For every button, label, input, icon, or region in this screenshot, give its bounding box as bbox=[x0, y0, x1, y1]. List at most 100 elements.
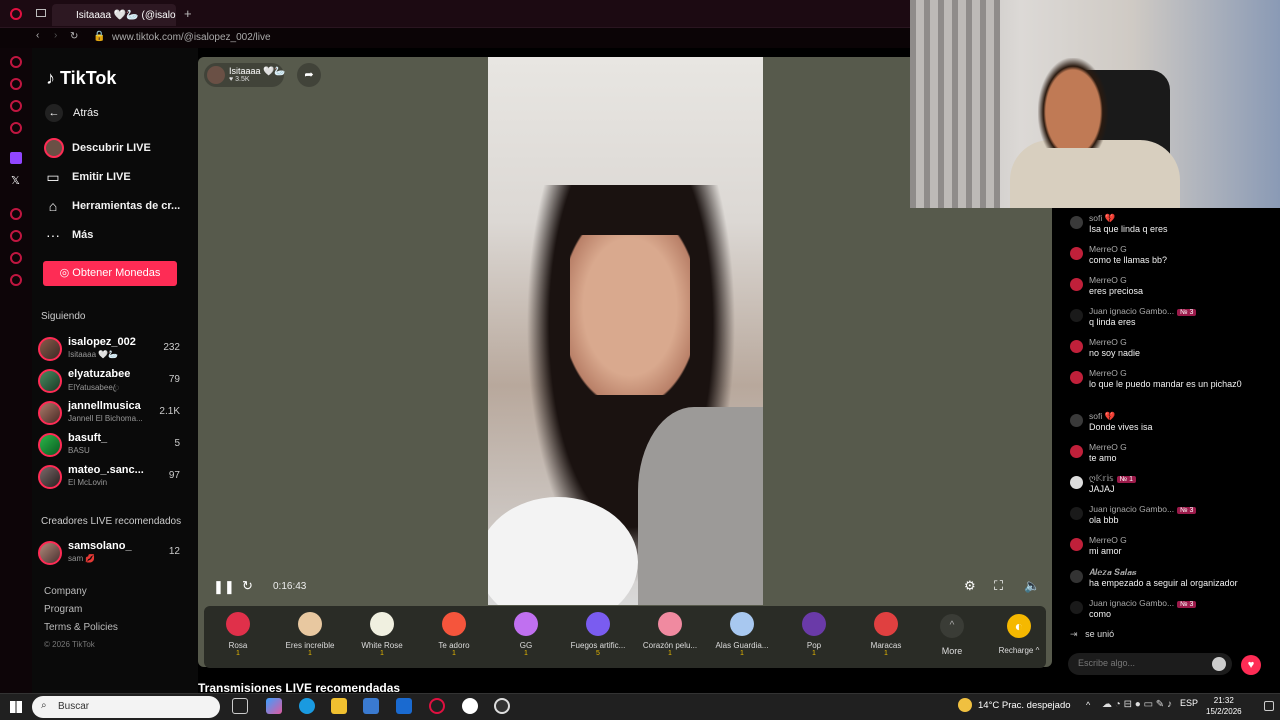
task-view-icon[interactable] bbox=[232, 698, 248, 714]
heart-button[interactable]: ♥ bbox=[1241, 655, 1261, 675]
chat-message[interactable]: MerreO Glo que le puedo mandar es un pic… bbox=[1070, 368, 1270, 398]
chat-username[interactable]: MerreO G bbox=[1089, 368, 1127, 378]
chat-message[interactable]: MerreO Gte amo bbox=[1070, 442, 1270, 472]
chat-message[interactable]: MerreO Gcomo te llamas bb? bbox=[1070, 244, 1270, 274]
footer-program-link[interactable]: Program bbox=[44, 604, 82, 615]
following-item[interactable]: elyatuzabee ElYatusabeeꦿ 79 bbox=[38, 366, 188, 394]
refresh-icon[interactable]: ↻ bbox=[242, 578, 253, 594]
tab-overview-icon[interactable] bbox=[36, 9, 46, 17]
player-icon[interactable] bbox=[10, 208, 22, 220]
chat-avatar[interactable] bbox=[1070, 216, 1083, 229]
chat-avatar[interactable] bbox=[1070, 601, 1083, 614]
get-coins-button[interactable]: ◎ Obtener Monedas bbox=[43, 261, 177, 286]
gift-item[interactable]: Te adoro 1 bbox=[418, 610, 490, 664]
chat-avatar[interactable] bbox=[1070, 445, 1083, 458]
chat-username[interactable]: Juan ignacio Gambo... № 3 bbox=[1089, 306, 1197, 316]
instagram-icon[interactable] bbox=[10, 122, 22, 134]
opera-gx-icon[interactable] bbox=[429, 698, 445, 714]
gift-item[interactable]: GG 1 bbox=[490, 610, 562, 664]
chat-username[interactable]: MerreO G bbox=[1089, 244, 1127, 254]
tiktok-logo[interactable]: ♪ TikTok bbox=[46, 68, 116, 89]
chat-message[interactable]: MerreO Gno soy nadie bbox=[1070, 337, 1270, 367]
chat-message[interactable]: Juan ignacio Gambo... № 3q linda eres bbox=[1070, 306, 1270, 336]
opera-logo-icon[interactable] bbox=[10, 8, 22, 20]
extensions-icon[interactable] bbox=[10, 252, 22, 264]
chat-message[interactable]: sofi 💔 Donde vives isa bbox=[1070, 411, 1270, 441]
file-explorer-icon[interactable] bbox=[331, 698, 347, 714]
obs-icon[interactable] bbox=[494, 698, 510, 714]
chat-username[interactable]: ღ𝕂𝕣𝕚𝕤 № 1 bbox=[1089, 473, 1136, 484]
live-video[interactable] bbox=[488, 57, 763, 605]
twitch-icon[interactable] bbox=[10, 152, 22, 164]
chat-avatar[interactable] bbox=[1070, 570, 1083, 583]
footer-terms-link[interactable]: Terms & Policies bbox=[44, 622, 118, 633]
chat-input[interactable]: Escribe algo... bbox=[1068, 653, 1232, 675]
chat-avatar[interactable] bbox=[1070, 247, 1083, 260]
browser-tab[interactable]: Isitaaaa 🤍🦢 (@isalop bbox=[52, 4, 176, 26]
chat-username[interactable]: MerreO G bbox=[1089, 442, 1127, 452]
footer-company-link[interactable]: Company bbox=[44, 586, 87, 597]
nav-herramientas[interactable]: ⌂ Herramientas de cr... bbox=[44, 197, 180, 215]
chat-username[interactable]: MerreO G bbox=[1089, 535, 1127, 545]
chat-username[interactable]: 𝑨𝒍𝒆𝒛𝒂 𝑺𝒂𝒍𝒂𝒔 bbox=[1089, 567, 1136, 578]
tray-icons[interactable]: ☁ ◔ ⊟ ● ▭ ✎ ♪ bbox=[1102, 699, 1172, 710]
chat-avatar[interactable] bbox=[1070, 476, 1083, 489]
chat-avatar[interactable] bbox=[1070, 340, 1083, 353]
tray-chevron-icon[interactable]: ^ bbox=[1086, 700, 1090, 710]
language-indicator[interactable]: ESP bbox=[1180, 698, 1198, 708]
pause-icon[interactable]: ❚❚ bbox=[213, 579, 235, 595]
recharge-button[interactable]: ◐ Recharge ^ bbox=[994, 612, 1044, 662]
gift-item[interactable]: Alas Guardia... 1 bbox=[706, 610, 778, 664]
recommended-item[interactable]: samsolano_ sam 💋 12 bbox=[38, 538, 188, 566]
back-button[interactable]: ← Atrás bbox=[45, 104, 99, 122]
x-icon[interactable]: 𝕏 bbox=[11, 174, 20, 187]
edge-icon[interactable] bbox=[299, 698, 315, 714]
url-field[interactable]: www.tiktok.com/@isalopez_002/live bbox=[112, 32, 271, 43]
whatsapp-icon[interactable] bbox=[10, 100, 22, 112]
nav-mas[interactable]: ··· Más bbox=[44, 226, 93, 244]
history-icon[interactable] bbox=[10, 230, 22, 242]
more-gifts-button[interactable]: ^ More bbox=[932, 612, 972, 662]
chat-username[interactable]: MerreO G bbox=[1089, 275, 1127, 285]
aria-icon[interactable] bbox=[10, 56, 22, 68]
new-tab-icon[interactable]: + bbox=[184, 6, 192, 21]
host-avatar[interactable] bbox=[207, 66, 225, 84]
chat-avatar[interactable] bbox=[1070, 278, 1083, 291]
chat-username[interactable]: Juan ignacio Gambo... № 3 bbox=[1089, 504, 1197, 514]
chat-message[interactable]: ღ𝕂𝕣𝕚𝕤 № 1 JAJAJ bbox=[1070, 473, 1270, 503]
chat-message[interactable]: MerreO Gmi amor bbox=[1070, 535, 1270, 565]
chat-avatar[interactable] bbox=[1070, 309, 1083, 322]
taskbar-search[interactable]: ⌕ Buscar bbox=[32, 696, 220, 718]
chat-avatar[interactable] bbox=[1070, 414, 1083, 427]
chat-message[interactable]: MerreO Geres preciosa bbox=[1070, 275, 1270, 305]
taskbar-clock[interactable]: 21:32 15/2/2026 bbox=[1206, 695, 1242, 717]
following-item[interactable]: isalopez_002 Isitaaaa 🤍🦢 232 bbox=[38, 334, 188, 362]
nav-emitir-live[interactable]: ▭ Emitir LIVE bbox=[44, 168, 130, 186]
chat-avatar[interactable] bbox=[1070, 371, 1083, 384]
chat-message[interactable]: sofi 💔 Isa que linda q eres bbox=[1070, 213, 1270, 243]
volume-icon[interactable]: 🔈 bbox=[1024, 578, 1040, 594]
settings-icon[interactable] bbox=[10, 274, 22, 286]
gift-item[interactable]: White Rose 1 bbox=[346, 610, 418, 664]
messenger-icon[interactable] bbox=[10, 78, 22, 90]
chat-username[interactable]: sofi 💔 bbox=[1089, 411, 1115, 422]
gift-item[interactable]: Corazón pelu... 1 bbox=[634, 610, 706, 664]
gift-item[interactable]: Rosa 1 bbox=[202, 610, 274, 664]
chat-message[interactable]: Juan ignacio Gambo... № 3 como bbox=[1070, 598, 1270, 628]
windows-start-icon[interactable] bbox=[10, 701, 22, 713]
emoji-icon[interactable] bbox=[1212, 657, 1226, 671]
github-icon[interactable] bbox=[462, 698, 478, 714]
chat-username[interactable]: Juan ignacio Gambo... № 3 bbox=[1089, 598, 1197, 608]
copilot-icon[interactable] bbox=[266, 698, 282, 714]
gift-item[interactable]: Maracas 1 bbox=[850, 610, 922, 664]
mail-icon[interactable] bbox=[396, 698, 412, 714]
settings-gear-icon[interactable]: ⚙ bbox=[964, 578, 976, 594]
following-item[interactable]: mateo_.sanc... El McLovin 97 bbox=[38, 462, 188, 490]
chat-username[interactable]: sofi 💔 bbox=[1089, 213, 1115, 224]
notification-icon[interactable] bbox=[1264, 701, 1274, 711]
chat-avatar[interactable] bbox=[1070, 538, 1083, 551]
gift-item[interactable]: Fuegos artific... 5 bbox=[562, 610, 634, 664]
share-icon[interactable]: ➦ bbox=[297, 63, 321, 87]
gift-item[interactable]: Pop 1 bbox=[778, 610, 850, 664]
chat-username[interactable]: MerreO G bbox=[1089, 337, 1127, 347]
